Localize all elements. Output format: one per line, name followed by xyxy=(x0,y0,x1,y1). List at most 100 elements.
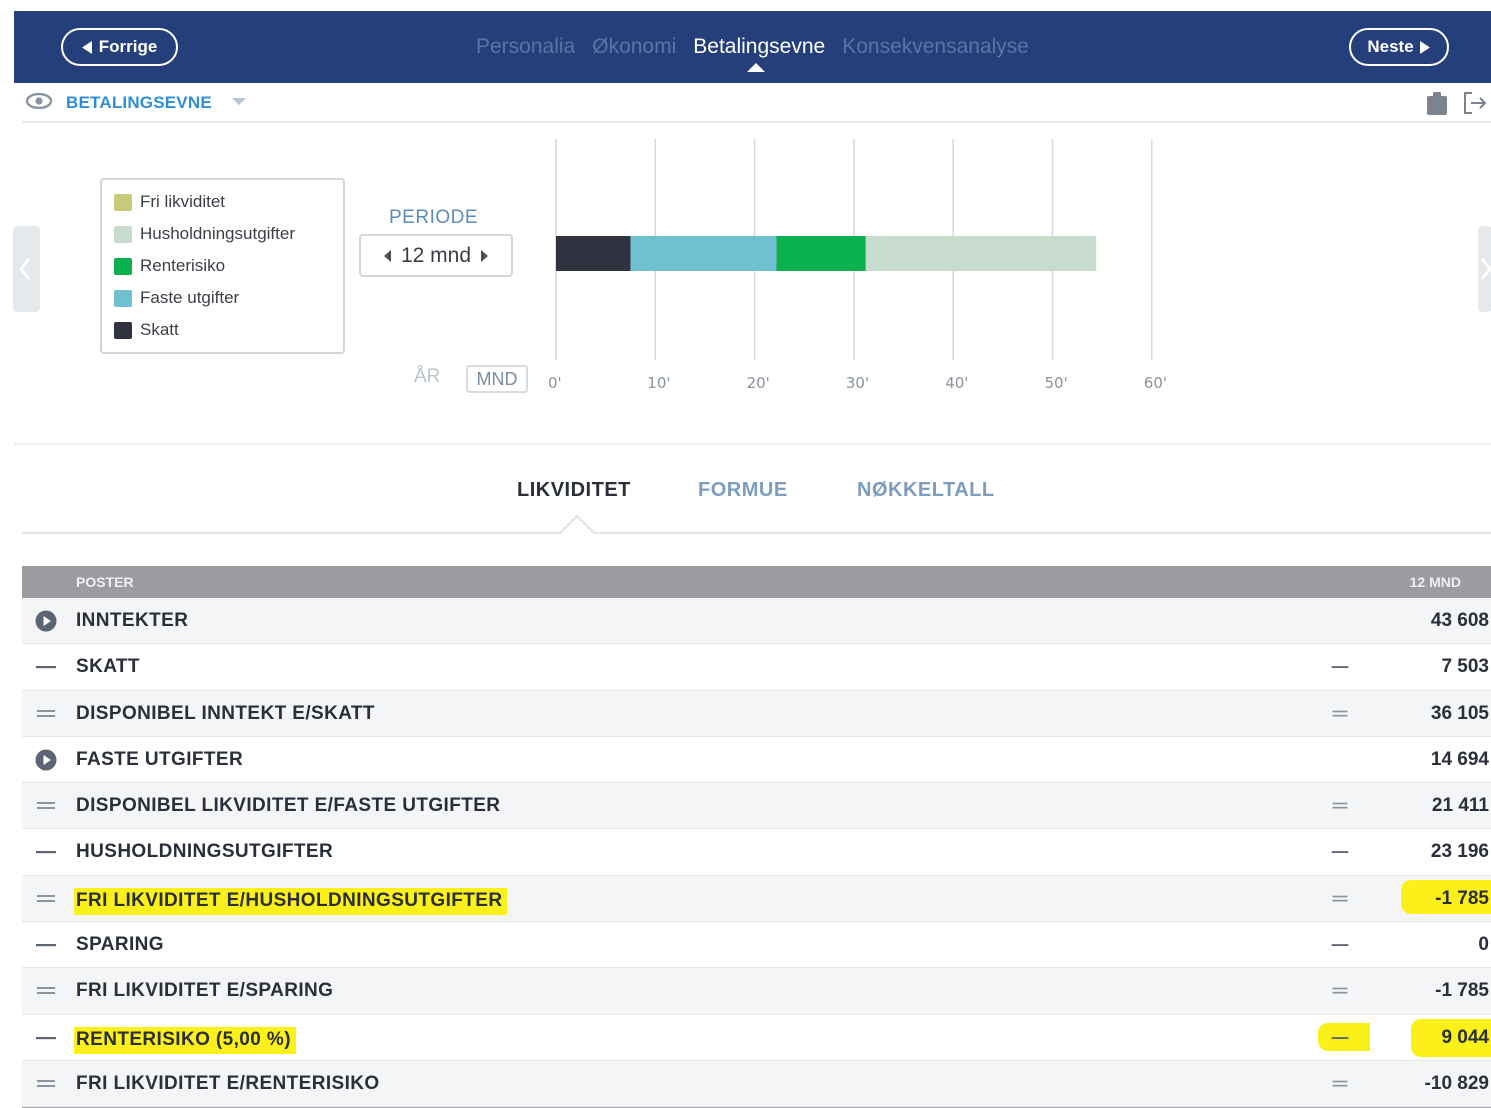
table-row: DISPONIBEL LIKVIDITET E/FASTE UTGIFTER 21… xyxy=(22,783,1491,830)
chevron-down-icon[interactable] xyxy=(232,98,246,105)
row-value: 0 xyxy=(1478,934,1489,956)
tab-bar: LIKVIDITET FORMUE NØKKELTALL xyxy=(22,470,1491,552)
minus-icon xyxy=(36,1036,56,1039)
table-body: INNTEKTER 43 608 SKATT 7 503 DISPONIBEL INNT… xyxy=(22,598,1491,1108)
table-row[interactable]: FASTE UTGIFTER 14 694 xyxy=(22,737,1491,784)
expand-icon[interactable] xyxy=(34,610,58,632)
operator-minus-icon xyxy=(1331,851,1349,854)
table-row: FRI LIKVIDITET E/RENTERISIKO -10 829 xyxy=(22,1060,1491,1108)
periode-selector[interactable]: 12 mnd xyxy=(359,234,513,277)
row-label: FASTE UTGIFTER xyxy=(76,748,244,770)
operator-minus-icon xyxy=(1331,1036,1349,1039)
chevron-right-icon xyxy=(1480,258,1491,280)
previous-panel-handle[interactable] xyxy=(13,226,40,312)
tab-formue[interactable]: FORMUE xyxy=(698,479,788,502)
legend-label: Fri likviditet xyxy=(140,192,226,211)
legend-swatch xyxy=(114,289,132,307)
row-label: DISPONIBEL INNTEKT E/SKATT xyxy=(76,702,375,724)
row-value: -1 785 xyxy=(1435,980,1489,1002)
table-row: DISPONIBEL INNTEKT E/SKATT 36 105 xyxy=(22,690,1491,737)
row-value: 9 044 xyxy=(1441,1026,1489,1048)
tab-likviditet[interactable]: LIKVIDITET xyxy=(517,479,631,502)
section-divider xyxy=(14,443,1491,445)
expand-icon[interactable] xyxy=(34,749,58,771)
column-header-poster: POSTER xyxy=(76,574,134,590)
legend-swatch xyxy=(114,193,132,211)
periode-prev-icon[interactable] xyxy=(383,249,391,262)
legend-swatch xyxy=(114,257,132,275)
chevron-left-icon xyxy=(19,258,31,280)
legend-swatch xyxy=(114,321,132,339)
row-label: SKATT xyxy=(76,656,140,678)
equals-icon xyxy=(37,709,55,717)
section-title[interactable]: BETALINGSEVNE xyxy=(66,93,212,113)
table-row[interactable]: INNTEKTER 43 608 xyxy=(22,598,1491,645)
x-tick-label: 0' xyxy=(548,374,562,392)
wizard-nav-bar: Forrige Personalia Økonomi Betalingsevne… xyxy=(14,11,1491,83)
toggle-year[interactable]: ÅR xyxy=(414,366,440,388)
table-row: SKATT 7 503 xyxy=(22,644,1491,691)
legend-item: Husholdningsutgifter xyxy=(114,224,295,244)
table-row: RENTERISIKO (5,00 %) 9 044 xyxy=(22,1015,1491,1061)
row-value: 21 411 xyxy=(1431,795,1489,817)
x-tick-label: 50' xyxy=(1045,374,1068,392)
payment-capacity-chart: 0' 10' 20' 30' 40' 50' 60' xyxy=(548,139,1167,392)
bar-segment-faste-utgifter[interactable] xyxy=(630,236,777,271)
operator-minus-icon xyxy=(1331,666,1349,669)
table-row: HUSHOLDNINGSUTGIFTER 23 196 xyxy=(22,829,1491,876)
operator-equals-icon xyxy=(1332,1080,1348,1087)
operator-equals-icon xyxy=(1332,710,1348,717)
row-value: -10 829 xyxy=(1424,1072,1489,1094)
row-label: DISPONIBEL LIKVIDITET E/FASTE UTGIFTER xyxy=(76,795,501,817)
tab-nokkeltall[interactable]: NØKKELTALL xyxy=(857,479,995,502)
exit-icon[interactable] xyxy=(1462,91,1488,115)
active-tab-indicator xyxy=(558,514,596,552)
step-betalingsevne[interactable]: Betalingsevne xyxy=(693,35,825,59)
table-row: FRI LIKVIDITET E/HUSHOLDNINGSUTGIFTER -1 … xyxy=(22,875,1491,923)
legend-item: Skatt xyxy=(114,320,179,340)
row-value: 23 196 xyxy=(1430,841,1489,863)
row-value: 36 105 xyxy=(1430,702,1489,724)
clipboard-icon[interactable] xyxy=(1426,90,1448,116)
table-row: SPARING 0 xyxy=(22,922,1491,969)
bar-segment-skatt[interactable] xyxy=(556,236,631,271)
step-okonomi[interactable]: Økonomi xyxy=(592,35,676,59)
bar-segment-husholdningsutgifter[interactable] xyxy=(865,236,1097,271)
legend-swatch xyxy=(114,225,132,243)
x-tick-label: 10' xyxy=(647,374,670,392)
step-konsekvensanalyse[interactable]: Konsekvensanalyse xyxy=(842,35,1029,59)
equals-icon xyxy=(37,1079,55,1087)
section-header: BETALINGSEVNE xyxy=(22,86,1491,123)
equals-icon xyxy=(37,802,55,810)
minus-icon xyxy=(36,944,56,947)
legend-label: Renterisiko xyxy=(140,256,226,275)
eye-icon[interactable] xyxy=(26,93,52,109)
x-tick-label: 30' xyxy=(846,374,869,392)
operator-equals-icon xyxy=(1332,988,1348,994)
wizard-steps: Personalia Økonomi Betalingsevne Konsekv… xyxy=(14,11,1491,83)
legend-item: Renterisiko xyxy=(114,256,225,276)
minus-icon xyxy=(36,851,56,854)
next-panel-handle[interactable] xyxy=(1478,226,1491,312)
step-personalia[interactable]: Personalia xyxy=(476,35,575,59)
toggle-month[interactable]: MND xyxy=(466,365,528,393)
periode-value: 12 mnd xyxy=(400,243,472,267)
row-label: FRI LIKVIDITET E/HUSHOLDNINGSUTGIFTER xyxy=(74,887,508,915)
liquidity-table: POSTER 12 MND INNTEKTER 43 608 SKATT 7 503 D… xyxy=(22,566,1491,1108)
bar-segment-renterisiko[interactable] xyxy=(776,236,866,271)
row-value: -1 785 xyxy=(1435,887,1489,909)
periode-next-icon[interactable] xyxy=(481,249,489,262)
operator-equals-icon xyxy=(1332,895,1348,902)
active-step-indicator xyxy=(747,63,765,72)
row-value: 7 503 xyxy=(1441,656,1489,678)
legend-item: Faste utgifter xyxy=(114,288,239,308)
legend-label: Faste utgifter xyxy=(140,288,240,307)
row-label: HUSHOLDNINGSUTGIFTER xyxy=(76,841,334,863)
operator-minus-icon xyxy=(1331,944,1349,947)
next-button[interactable]: Neste xyxy=(1349,28,1449,66)
x-tick-label: 20' xyxy=(747,374,770,392)
table-header: POSTER 12 MND xyxy=(22,566,1491,598)
x-tick-label: 40' xyxy=(945,374,968,392)
row-label: RENTERISIKO (5,00 %) xyxy=(74,1026,296,1054)
row-value: 14 694 xyxy=(1430,748,1489,770)
